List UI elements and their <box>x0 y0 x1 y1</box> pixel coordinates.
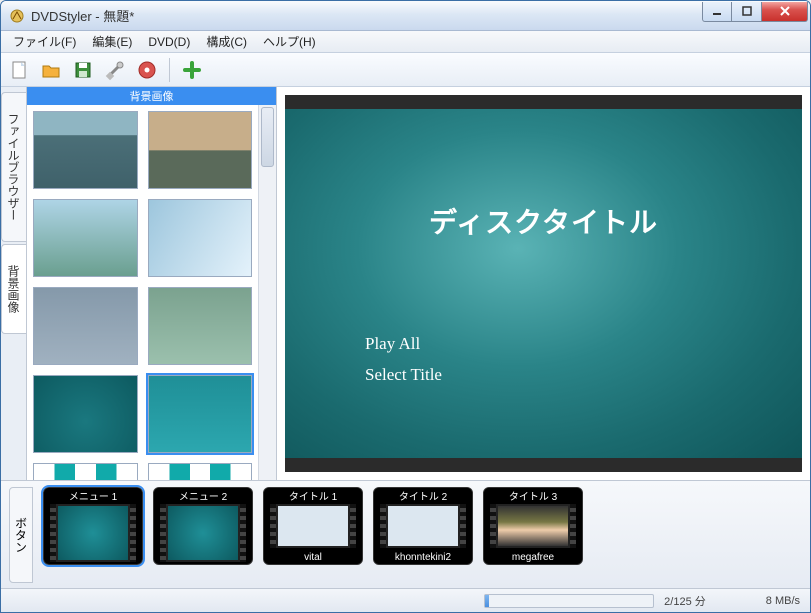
open-folder-button[interactable] <box>37 56 65 84</box>
menu-edit[interactable]: 編集(E) <box>84 30 140 53</box>
statusbar: 2/125 分 8 MB/s <box>1 588 810 612</box>
bg-thumb[interactable] <box>33 287 138 365</box>
bg-thumb[interactable] <box>33 199 138 277</box>
bg-thumb[interactable] <box>148 463 253 480</box>
settings-button[interactable] <box>101 56 129 84</box>
timeline-sub: megafree <box>484 550 582 564</box>
timeline-title-3[interactable]: タイトル 3 megafree <box>483 487 583 565</box>
tab-button[interactable]: ボタン <box>9 487 33 583</box>
timeline: ボタン メニュー 1 メニュー 2 タイトル 1 vital タイトル 2 <box>1 480 810 588</box>
timeline-caption: タイトル 3 <box>484 488 582 502</box>
minimize-button[interactable] <box>702 2 732 22</box>
window-title: DVDStyler - 無題* <box>31 6 702 25</box>
side-tabs: ファイルブラウザー 背景画像 <box>1 87 27 480</box>
timeline-caption: メニュー 1 <box>44 488 142 502</box>
tab-bg-images[interactable]: 背景画像 <box>1 244 26 334</box>
timeline-caption: タイトル 2 <box>374 488 472 502</box>
stage-top-bar <box>285 95 802 109</box>
timeline-caption: メニュー 2 <box>154 488 252 502</box>
timeline-title-1[interactable]: タイトル 1 vital <box>263 487 363 565</box>
toolbar <box>1 53 810 87</box>
bg-thumb-selected[interactable] <box>148 375 253 453</box>
menu-play-all[interactable]: Play All <box>365 329 442 360</box>
preview-stage[interactable]: ディスクタイトル Play All Select Title <box>285 95 802 472</box>
disc-usage-bar <box>484 594 654 608</box>
menu-dvd[interactable]: DVD(D) <box>140 32 198 52</box>
stage-bottom-bar <box>285 458 802 472</box>
titlebar[interactable]: DVDStyler - 無題* <box>1 1 810 31</box>
bg-thumb[interactable] <box>33 375 138 453</box>
rate-status: 8 MB/s <box>766 595 800 607</box>
bg-thumb[interactable] <box>148 287 253 365</box>
new-file-button[interactable] <box>5 56 33 84</box>
menu-file[interactable]: ファイル(F) <box>5 30 84 53</box>
menubar: ファイル(F) 編集(E) DVD(D) 構成(C) ヘルプ(H) <box>1 31 810 53</box>
app-icon <box>9 8 25 24</box>
menu-help[interactable]: ヘルプ(H) <box>255 30 324 53</box>
timeline-caption: タイトル 1 <box>264 488 362 502</box>
menu-config[interactable]: 構成(C) <box>198 30 255 53</box>
timeline-sub: vital <box>264 550 362 564</box>
burn-disc-button[interactable] <box>133 56 161 84</box>
menu-preview[interactable]: ディスクタイトル Play All Select Title <box>285 109 802 458</box>
toolbar-separator <box>169 58 170 82</box>
save-button[interactable] <box>69 56 97 84</box>
bg-thumb[interactable] <box>148 199 253 277</box>
bg-thumb[interactable] <box>33 111 138 189</box>
side-panel-header: 背景画像 <box>27 87 276 105</box>
side-scrollbar[interactable] <box>258 105 276 480</box>
background-panel: 背景画像 <box>27 87 277 480</box>
disc-title-text[interactable]: ディスクタイトル <box>429 201 658 241</box>
add-button[interactable] <box>178 56 206 84</box>
background-grid <box>27 105 258 480</box>
menu-select-title[interactable]: Select Title <box>365 360 442 391</box>
preview-area: ディスクタイトル Play All Select Title <box>277 87 810 480</box>
bg-thumb[interactable] <box>148 111 253 189</box>
timeline-sub: khonntekini2 <box>374 550 472 564</box>
time-status: 2/125 分 <box>664 593 706 609</box>
bg-thumb[interactable] <box>33 463 138 480</box>
timeline-menu-2[interactable]: メニュー 2 <box>153 487 253 565</box>
close-button[interactable] <box>762 2 808 22</box>
tab-file-browser[interactable]: ファイルブラウザー <box>1 92 26 242</box>
timeline-menu-1[interactable]: メニュー 1 <box>43 487 143 565</box>
maximize-button[interactable] <box>732 2 762 22</box>
timeline-title-2[interactable]: タイトル 2 khonntekini2 <box>373 487 473 565</box>
